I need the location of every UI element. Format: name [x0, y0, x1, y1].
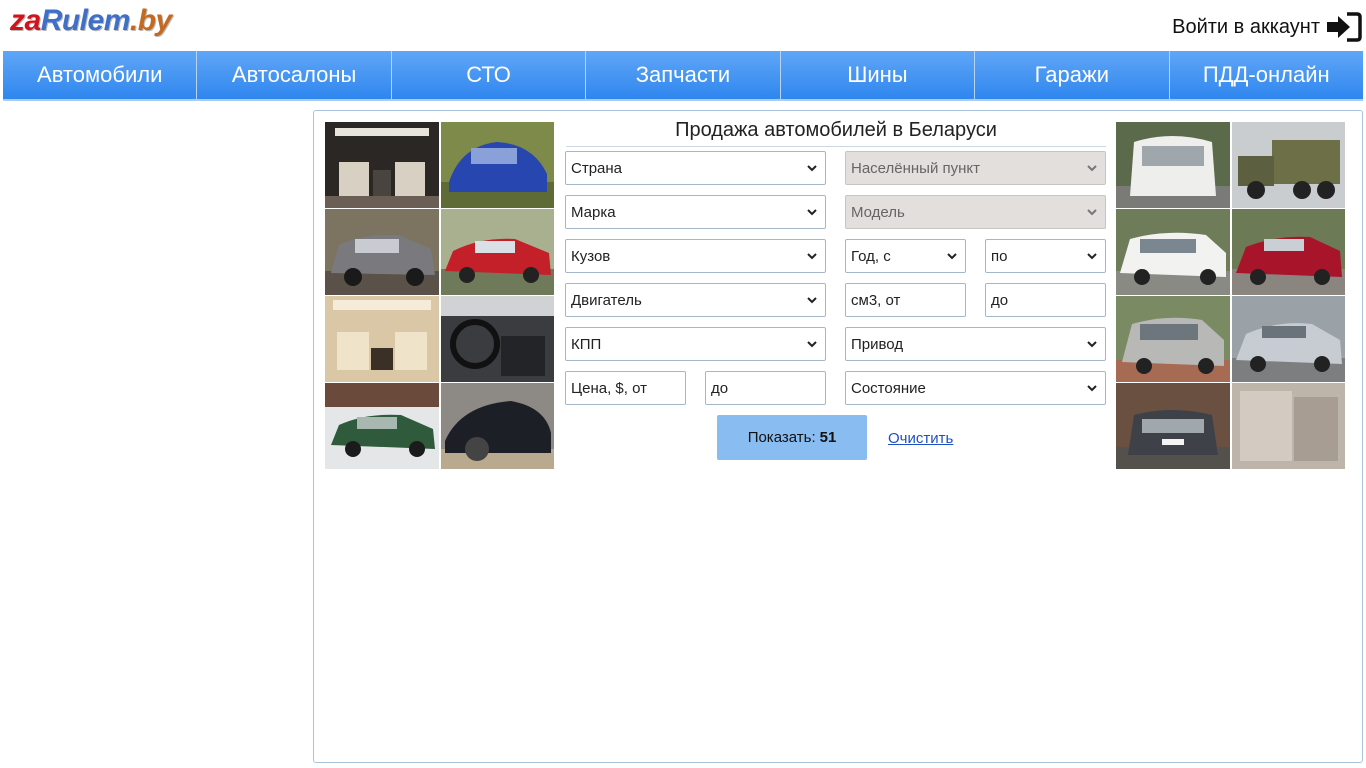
- car-photo[interactable]: [1232, 383, 1345, 469]
- car-photo[interactable]: [441, 122, 554, 208]
- chevron-down-icon: [1087, 165, 1097, 172]
- car-photo[interactable]: [1232, 209, 1345, 295]
- drive-select[interactable]: Привод: [845, 327, 1106, 361]
- chevron-down-icon: [1087, 341, 1097, 348]
- logo-part-za: za: [10, 4, 41, 37]
- car-photo[interactable]: [325, 383, 439, 469]
- car-photo[interactable]: [1232, 122, 1345, 208]
- photo-gallery-left: [325, 122, 554, 469]
- volume-to-placeholder: до: [991, 291, 1009, 309]
- chevron-down-icon: [807, 341, 817, 348]
- price-from-input[interactable]: Цена, $, от: [565, 371, 686, 405]
- chevron-down-icon: [807, 209, 817, 216]
- show-results-button[interactable]: Показать: 51: [717, 415, 867, 460]
- sign-in-icon: [1327, 12, 1362, 42]
- chevron-down-icon: [807, 297, 817, 304]
- site-logo[interactable]: zaRulem.by: [10, 4, 172, 38]
- model-select-value: Модель: [851, 203, 905, 221]
- car-photo[interactable]: [1116, 209, 1230, 295]
- engine-select-value: Двигатель: [571, 291, 642, 309]
- condition-select-value: Состояние: [851, 379, 926, 397]
- chevron-down-icon: [947, 253, 957, 260]
- nav-item-parts[interactable]: Запчасти: [586, 51, 781, 99]
- logo-part-by: .by: [129, 4, 172, 37]
- gearbox-select-value: КПП: [571, 335, 602, 353]
- chevron-down-icon: [807, 165, 817, 172]
- price-to-input[interactable]: до: [705, 371, 826, 405]
- car-photo[interactable]: [325, 296, 439, 382]
- clear-filters-link[interactable]: Очистить: [888, 430, 953, 447]
- body-select-value: Кузов: [571, 247, 611, 265]
- volume-from-input[interactable]: см3, от: [845, 283, 966, 317]
- volume-to-input[interactable]: до: [985, 283, 1106, 317]
- car-photo[interactable]: [325, 209, 439, 295]
- engine-select[interactable]: Двигатель: [565, 283, 826, 317]
- drive-select-value: Привод: [851, 335, 904, 353]
- results-count: 51: [819, 429, 837, 446]
- nav-item-garages[interactable]: Гаражи: [975, 51, 1170, 99]
- search-title: Продажа автомобилей в Беларуси: [566, 119, 1106, 147]
- search-panel: Продажа автомобилей в Беларуси Страна На…: [313, 110, 1363, 763]
- nav-item-traffic-rules[interactable]: ПДД-онлайн: [1170, 51, 1363, 99]
- country-select-value: Страна: [571, 159, 623, 177]
- nav-item-dealers[interactable]: Автосалоны: [197, 51, 392, 99]
- nav-item-cars[interactable]: Автомобили: [3, 51, 198, 99]
- country-select[interactable]: Страна: [565, 151, 826, 185]
- car-photo[interactable]: [325, 122, 439, 208]
- site-header: zaRulem.by Войти в аккаунт: [0, 0, 1366, 51]
- price-from-placeholder: Цена, $, от: [571, 379, 647, 397]
- login-label: Войти в аккаунт: [1172, 15, 1320, 38]
- brand-select[interactable]: Марка: [565, 195, 826, 229]
- nav-item-tires[interactable]: Шины: [781, 51, 976, 99]
- volume-from-placeholder: см3, от: [851, 291, 901, 309]
- model-select[interactable]: Модель: [845, 195, 1106, 229]
- car-photo[interactable]: [441, 209, 554, 295]
- price-to-placeholder: до: [711, 379, 729, 397]
- chevron-down-icon: [1087, 253, 1097, 260]
- car-photo[interactable]: [1232, 296, 1345, 382]
- chevron-down-icon: [1087, 209, 1097, 216]
- gearbox-select[interactable]: КПП: [565, 327, 826, 361]
- condition-select[interactable]: Состояние: [845, 371, 1106, 405]
- photo-gallery-right: [1116, 122, 1345, 469]
- show-results-label: Показать:: [747, 429, 816, 446]
- nav-item-service-stations[interactable]: СТО: [392, 51, 587, 99]
- chevron-down-icon: [807, 253, 817, 260]
- brand-select-value: Марка: [571, 203, 616, 221]
- locality-select[interactable]: Населённый пункт: [845, 151, 1106, 185]
- year-to-select-value: по: [991, 247, 1008, 265]
- chevron-down-icon: [1087, 385, 1097, 392]
- car-photo[interactable]: [1116, 383, 1230, 469]
- car-photo[interactable]: [441, 296, 554, 382]
- login-link[interactable]: Войти в аккаунт: [1172, 12, 1362, 42]
- body-select[interactable]: Кузов: [565, 239, 826, 273]
- locality-select-value: Населённый пункт: [851, 159, 981, 177]
- year-from-select[interactable]: Год, с: [845, 239, 966, 273]
- car-photo[interactable]: [1116, 296, 1230, 382]
- year-to-select[interactable]: по: [985, 239, 1106, 273]
- year-from-select-value: Год, с: [851, 247, 891, 265]
- logo-part-rulem: Rulem: [40, 4, 131, 37]
- main-nav: Автомобили Автосалоны СТО Запчасти Шины …: [3, 51, 1363, 101]
- car-photo[interactable]: [441, 383, 554, 469]
- car-photo[interactable]: [1116, 122, 1230, 208]
